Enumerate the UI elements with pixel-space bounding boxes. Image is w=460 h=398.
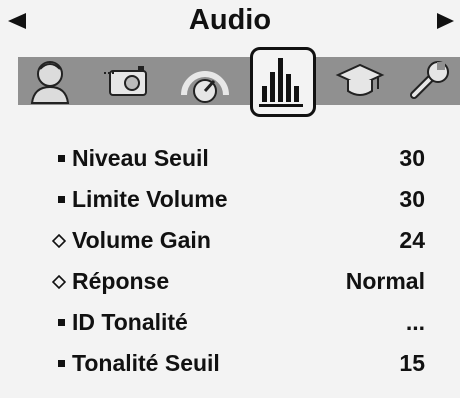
menu-item-label: Réponse (72, 268, 170, 294)
menu-item-value: 15 (399, 350, 425, 376)
menu-item-label: Niveau Seuil (72, 145, 209, 171)
equalizer-icon (259, 58, 303, 107)
user-icon (30, 61, 70, 104)
menu-item-label: Limite Volume (72, 186, 228, 212)
menu-item-reponse[interactable]: Réponse Normal (0, 263, 460, 303)
diamond-bullet-icon (51, 274, 67, 290)
arrow-right-icon[interactable] (434, 10, 456, 32)
menu-item-value: ... (405, 309, 425, 335)
tab-audio[interactable] (250, 47, 316, 117)
square-bullet-icon (58, 196, 65, 203)
square-bullet-icon (58, 155, 65, 162)
menu-item-value: Normal (345, 268, 425, 294)
camera-icon (104, 66, 147, 96)
menu-item-label: Tonalité Seuil (72, 350, 220, 376)
diamond-bullet-icon (51, 233, 67, 249)
category-tab-bar (4, 47, 460, 121)
tab-camera[interactable] (100, 57, 158, 105)
tab-gauge[interactable] (176, 57, 234, 105)
menu-item-tonalite-seuil[interactable]: Tonalité Seuil 15 (0, 345, 460, 385)
menu-item-volume-gain[interactable]: Volume Gain 24 (0, 222, 460, 262)
square-bullet-icon (58, 360, 65, 367)
menu-item-id-tonalite[interactable]: ID Tonalité ... (0, 304, 460, 344)
tab-education[interactable] (330, 57, 388, 105)
tab-user[interactable] (22, 57, 80, 105)
gauge-icon (181, 71, 229, 103)
menu-item-label: ID Tonalité (72, 309, 188, 335)
menu-item-value: 30 (399, 145, 425, 171)
tab-band (18, 57, 460, 105)
menu-item-limite-volume[interactable]: Limite Volume 30 (0, 181, 460, 221)
menu-item-value: 30 (399, 186, 425, 212)
header-bar: Audio (0, 0, 460, 44)
page-title: Audio (188, 4, 272, 36)
graduation-cap-icon (335, 63, 385, 96)
menu-item-niveau-seuil[interactable]: Niveau Seuil 30 (0, 140, 460, 180)
menu-item-label: Volume Gain (72, 227, 211, 253)
tab-settings[interactable] (400, 57, 458, 105)
wrench-icon (410, 61, 449, 99)
square-bullet-icon (58, 319, 65, 326)
menu-item-value: 24 (399, 227, 425, 253)
